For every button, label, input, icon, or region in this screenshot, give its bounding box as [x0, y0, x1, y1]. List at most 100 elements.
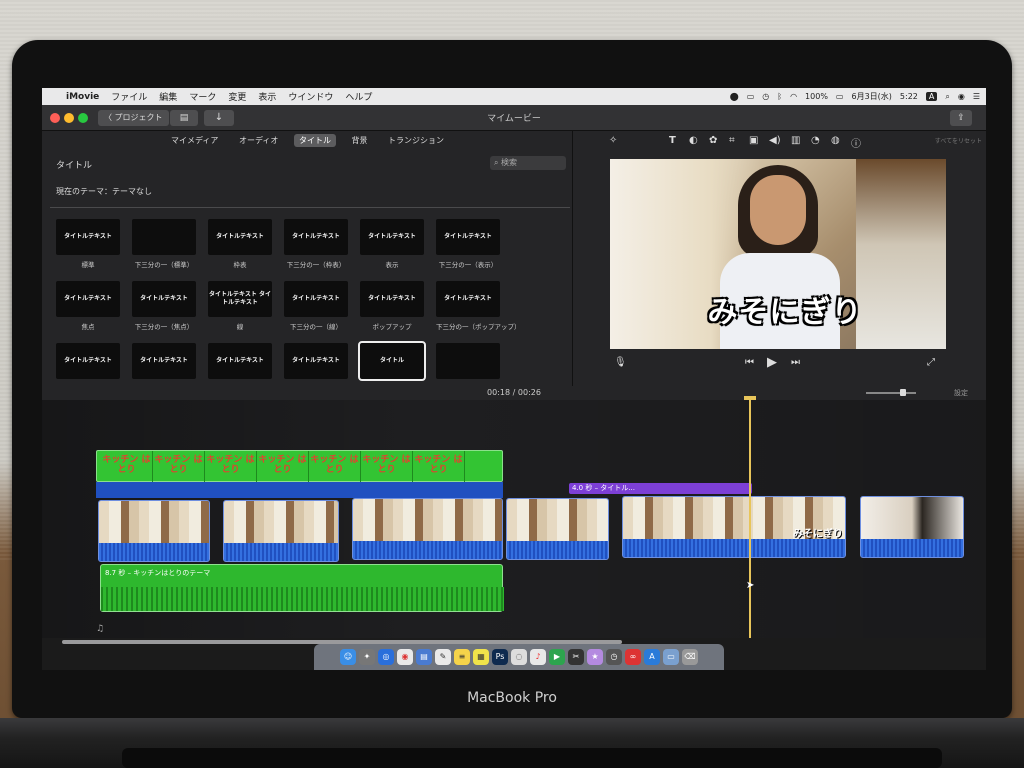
tab-audio[interactable]: オーディオ [234, 134, 283, 147]
menu-modify[interactable]: 変更 [228, 90, 246, 103]
title-template-tile[interactable]: 下三分の一（標準） [132, 219, 196, 269]
title-template-tile[interactable]: タイトルテキスト 下三分の一（枠表） [284, 219, 348, 269]
tab-transitions[interactable]: トランジション [383, 134, 449, 147]
menu-help[interactable]: ヘルプ [345, 90, 372, 103]
playhead[interactable] [749, 400, 751, 638]
title-template-tile[interactable]: タイトルテキスト 下三分の一（線） [284, 281, 348, 331]
dictionary-icon[interactable]: ◌ [511, 649, 527, 665]
crop-icon[interactable]: ⌗ [729, 135, 735, 146]
title-template-tile[interactable]: タイトルテキスト タイトルテキスト線 [208, 281, 272, 331]
color-balance-icon[interactable]: ◐ [689, 135, 698, 146]
speed-icon[interactable]: ◔ [811, 135, 820, 146]
user-avatar[interactable]: ◉ [958, 92, 965, 101]
search-input[interactable]: ⌕ 検索 [490, 156, 566, 170]
volume-icon[interactable]: ◀) [769, 135, 781, 146]
title-clip[interactable]: キッチン はとり キッチン はとり キッチン はとり キッチン はとり キッチン はとり… [96, 450, 503, 500]
video-clip[interactable] [860, 496, 964, 558]
play-icon[interactable]: ▶ [767, 355, 777, 370]
title-template-tile[interactable]: タイトルテキスト 下三分の一（表示） [436, 219, 500, 269]
date-label[interactable]: 6月3日(水) [851, 91, 891, 102]
safari-icon[interactable]: ◎ [378, 649, 394, 665]
photoshop-icon[interactable]: Ps [492, 649, 508, 665]
wifi-icon[interactable]: ◠ [790, 92, 797, 101]
input-source-icon[interactable]: A [925, 92, 938, 101]
title-template-tile[interactable]: タイトルテキスト [132, 343, 196, 383]
title-template-tile[interactable]: タイトルテキスト 焦点 [56, 281, 120, 331]
notes-icon[interactable]: ≡ [454, 649, 470, 665]
final-cut-icon[interactable]: ✂ [568, 649, 584, 665]
tab-backgrounds[interactable]: 背景 [347, 134, 373, 147]
title-text-icon[interactable]: T [669, 135, 676, 146]
quicktime-icon[interactable]: ◷ [606, 649, 622, 665]
title-template-tile[interactable] [436, 343, 500, 383]
video-clip[interactable] [352, 498, 503, 560]
menu-edit[interactable]: 編集 [159, 90, 177, 103]
video-clip-with-title[interactable]: みそにぎり [622, 496, 846, 558]
clip-title-overlay: みそにぎり [793, 529, 843, 540]
title-template-caption: 下三分の一（枠表） [286, 261, 346, 269]
finder-icon[interactable]: ☺ [340, 649, 356, 665]
tab-my-media[interactable]: マイメディア [166, 134, 223, 147]
title-template-tile[interactable]: タイトルテキスト 表示 [360, 219, 424, 269]
title-duration-label[interactable]: 4.0 秒 – タイトル... [569, 483, 752, 494]
menu-mark[interactable]: マーク [189, 90, 216, 103]
trash-icon[interactable]: ⌫ [682, 649, 698, 665]
skip-forward-icon[interactable]: ⏭︎ [791, 357, 800, 368]
skip-back-icon[interactable]: ⏮︎ [745, 357, 754, 368]
title-template-thumb: タイトルテキスト [208, 219, 272, 255]
spotlight-icon[interactable]: ⌕ [945, 92, 949, 102]
title-template-tile[interactable]: タイトルテキスト ポップアップ [360, 281, 424, 331]
title-clip-frame-text: キッチン はとり [361, 451, 413, 483]
title-overlay-text[interactable]: みそにぎり [680, 287, 890, 331]
video-clip[interactable] [506, 498, 609, 560]
preview-app-icon[interactable]: ▤ [416, 649, 432, 665]
title-template-tile[interactable]: タイトルテキスト 枠表 [208, 219, 272, 269]
chrome-icon[interactable]: ◉ [397, 649, 413, 665]
imovie-icon[interactable]: ★ [587, 649, 603, 665]
facetime-icon[interactable]: ▶ [549, 649, 565, 665]
title-template-tile[interactable]: タイトルテキスト 下三分の一（ポップアップ） [436, 281, 521, 331]
menu-app-name[interactable]: iMovie [66, 92, 99, 102]
time-machine-icon[interactable]: ◷ [762, 92, 769, 101]
photos-folder-icon[interactable]: ▭ [663, 649, 679, 665]
zoom-slider[interactable] [866, 392, 916, 394]
filter-icon[interactable]: ◍ [831, 135, 840, 146]
title-template-tile[interactable]: タイトルテキスト 下三分の一（焦点） [132, 281, 196, 331]
info-icon[interactable]: ⓘ [851, 135, 861, 150]
title-template-tile[interactable]: タイトルテキスト [284, 343, 348, 383]
screen-icon[interactable]: ▭ [747, 92, 755, 101]
fullscreen-icon[interactable]: ⤢ [927, 357, 935, 368]
settings-button[interactable]: 設定 [954, 386, 968, 400]
creative-cloud-icon[interactable]: ⬤ [730, 92, 739, 101]
bluetooth-icon[interactable]: ᛒ [777, 92, 782, 101]
time-label[interactable]: 5:22 [900, 92, 918, 101]
color-palette-icon[interactable]: ✿ [709, 135, 717, 146]
title-template-tile[interactable]: タイトルテキスト [208, 343, 272, 383]
video-clip[interactable] [98, 500, 210, 562]
background-music-clip[interactable]: 8.7 秒 – キッチンはとりのテーマ [100, 564, 504, 612]
app-store-icon[interactable]: A [644, 649, 660, 665]
stabilization-icon[interactable]: ▣ [749, 135, 758, 146]
textedit-icon[interactable]: ✎ [435, 649, 451, 665]
share-icon[interactable]: ⇪ [950, 110, 972, 126]
menu-file[interactable]: ファイル [111, 90, 147, 103]
stickies-icon[interactable]: ▦ [473, 649, 489, 665]
tab-titles[interactable]: タイトル [293, 134, 336, 147]
menu-view[interactable]: 表示 [258, 90, 276, 103]
microphone-icon[interactable]: 🎙︎ [614, 357, 627, 368]
launchpad-icon[interactable]: ✦ [359, 649, 375, 665]
zoom-slider-knob[interactable] [900, 389, 906, 396]
equalizer-icon[interactable]: ▥ [791, 135, 800, 146]
reset-all-button[interactable]: すべてをリセット [935, 136, 982, 145]
menu-window[interactable]: ウインドウ [288, 90, 333, 103]
title-template-tile[interactable]: タイトル [358, 341, 426, 383]
title-template-tile[interactable]: タイトルテキスト 標準 [56, 219, 120, 269]
title-template-tile[interactable]: タイトルテキスト [56, 343, 120, 383]
battery-icon[interactable]: ▭ [836, 92, 844, 101]
video-clip[interactable] [223, 500, 339, 562]
music-app-icon[interactable]: ♪ [530, 649, 546, 665]
notification-center-icon[interactable]: ☰ [973, 92, 980, 101]
battery-percent[interactable]: 100% [805, 92, 828, 101]
creative-cloud-app-icon[interactable]: ∞ [625, 649, 641, 665]
magic-wand-icon[interactable]: ✧ [609, 135, 617, 146]
